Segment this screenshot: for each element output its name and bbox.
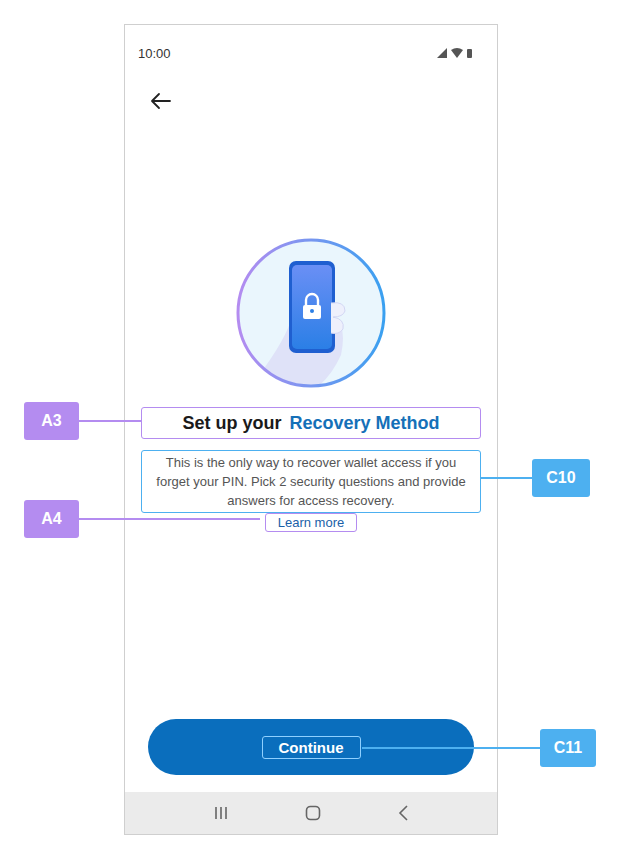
battery-icon xyxy=(467,49,472,58)
wifi-icon xyxy=(451,48,463,58)
back-nav-icon[interactable] xyxy=(397,805,409,821)
home-icon[interactable] xyxy=(305,805,321,821)
status-time: 10:00 xyxy=(138,46,171,61)
continue-label: Continue xyxy=(262,736,361,759)
annotation-connector xyxy=(79,420,141,422)
learn-more-link[interactable]: Learn more xyxy=(265,513,357,532)
annotation-connector xyxy=(79,518,260,520)
recents-icon[interactable] xyxy=(213,806,229,820)
title-highlight: Recovery Method xyxy=(289,413,439,434)
phone-frame: 10:00 Set up your Recovery Method This is t… xyxy=(124,24,498,835)
description: This is the only way to recover wallet a… xyxy=(141,450,481,513)
title: Set up your Recovery Method xyxy=(141,407,481,439)
status-icons xyxy=(437,47,479,59)
signal-icon xyxy=(437,48,447,58)
annotated-screen: 10:00 Set up your Recovery Method This is t… xyxy=(0,0,620,860)
annotation-badge: A4 xyxy=(24,500,79,538)
toolbar xyxy=(125,81,497,121)
phone-lock-illustration-icon xyxy=(235,237,387,389)
status-bar: 10:00 xyxy=(125,25,497,81)
annotation-badge: C11 xyxy=(540,729,596,767)
annotation-connector xyxy=(481,477,532,479)
annotation-connector xyxy=(362,747,540,749)
annotation-badge: C10 xyxy=(532,459,590,497)
annotation-badge: A3 xyxy=(24,402,79,440)
title-prefix: Set up your xyxy=(182,413,281,434)
back-arrow-icon[interactable] xyxy=(150,92,172,110)
navigation-bar xyxy=(125,792,497,834)
